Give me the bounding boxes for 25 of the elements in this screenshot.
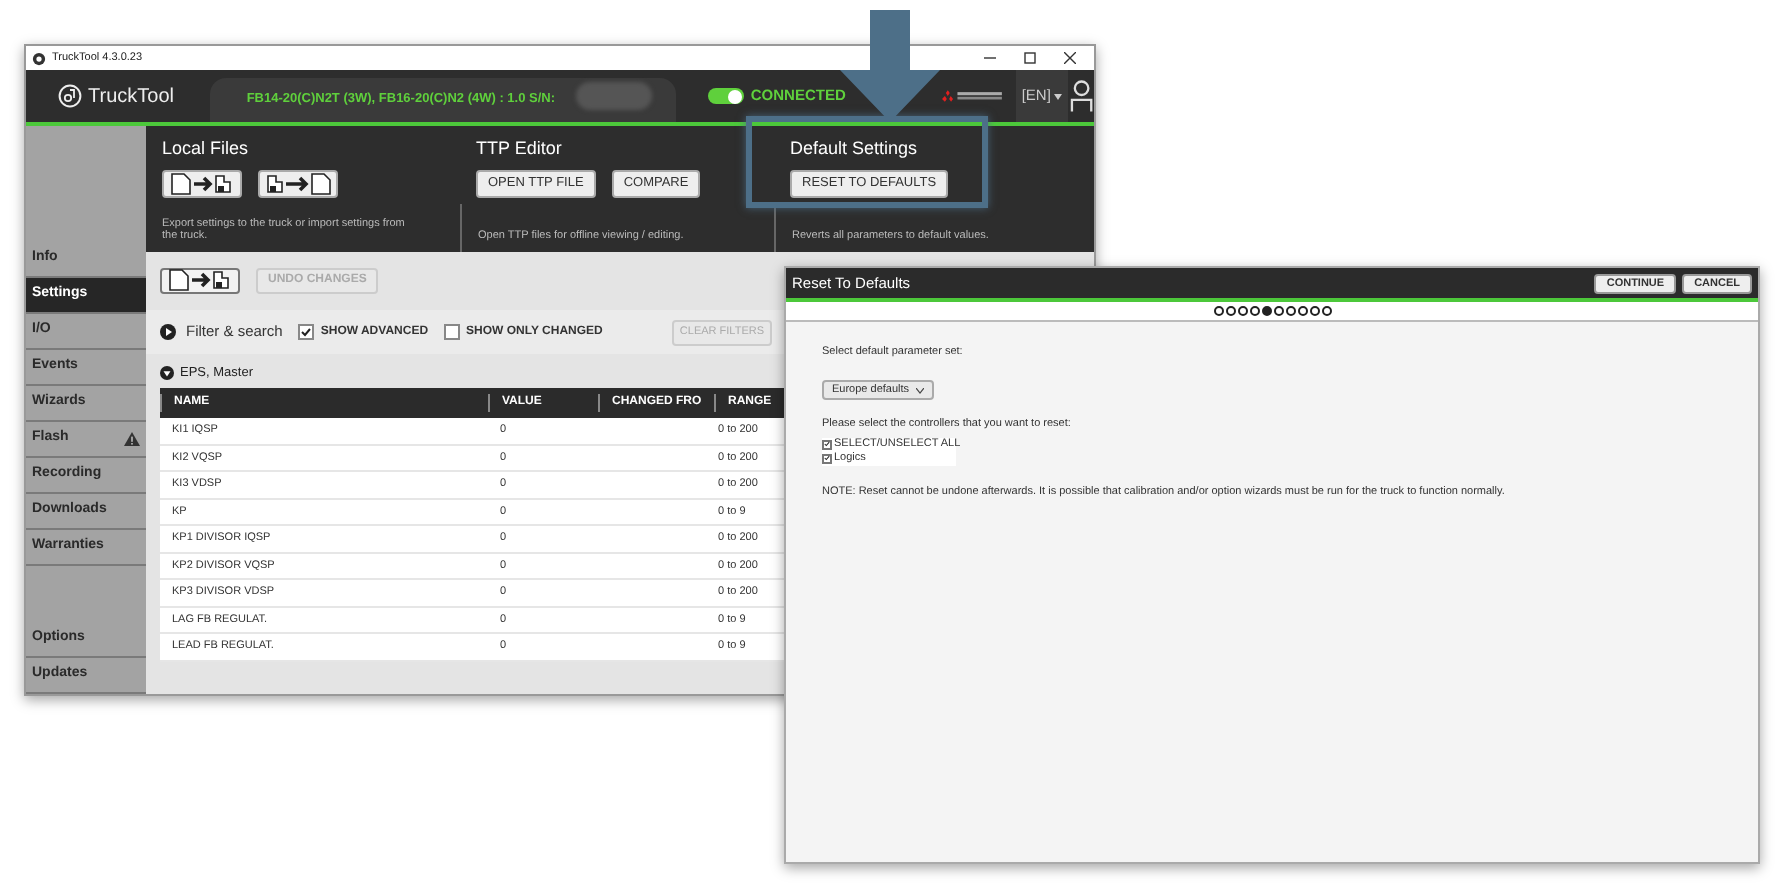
checkbox[interactable]: [822, 439, 832, 449]
checkbox[interactable]: [444, 324, 461, 340]
connection-toggle[interactable]: [708, 88, 745, 104]
import-button[interactable]: [258, 169, 338, 197]
collapse-icon[interactable]: [160, 366, 174, 380]
export-button[interactable]: [162, 169, 242, 197]
play-icon[interactable]: [160, 324, 176, 340]
transfer-icon: [168, 171, 236, 195]
write-button[interactable]: [160, 267, 240, 293]
section-title: TTP Editor: [476, 136, 564, 162]
close-icon[interactable]: [1064, 52, 1076, 64]
app-name: TruckTool: [88, 83, 174, 111]
section-title: Default Settings: [790, 136, 920, 162]
transfer-icon: [166, 268, 234, 292]
minimize-icon[interactable]: [984, 52, 996, 64]
checkbox[interactable]: [298, 324, 315, 340]
maximize-icon[interactable]: [1024, 52, 1036, 64]
transfer-icon: [264, 171, 332, 195]
checkbox[interactable]: [822, 453, 832, 463]
app-icon: [32, 51, 46, 65]
caret-icon[interactable]: [1054, 93, 1063, 99]
section-title: Local Files: [162, 136, 251, 162]
user-icon[interactable]: [1070, 78, 1094, 114]
brand-logo: [941, 90, 1004, 102]
chevron-down-icon: [915, 387, 924, 394]
